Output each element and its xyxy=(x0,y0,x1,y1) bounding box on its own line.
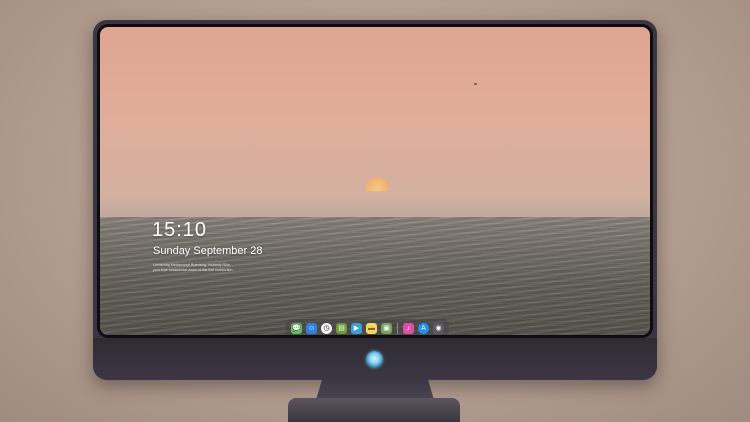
claquette-icon[interactable]: ▶ xyxy=(351,322,362,334)
lockscreen-note: Unmerring Metaprompt Bramsmg, instantly … xyxy=(153,263,263,273)
monitor-stand-base xyxy=(288,398,460,422)
finder-icon[interactable]: ☺ xyxy=(306,322,317,334)
monitor: 15:10 Sunday September 28 Unmerring Meta… xyxy=(93,20,657,380)
clock-icon[interactable]: ◷ xyxy=(321,322,332,334)
notes-icon[interactable]: ▬ xyxy=(366,322,377,334)
bird xyxy=(474,83,477,85)
brand-logo-icon xyxy=(366,351,383,368)
camera-icon[interactable]: ◉ xyxy=(433,322,444,334)
sun xyxy=(365,177,389,192)
dock-separator xyxy=(397,322,398,334)
preview-icon[interactable]: ▤ xyxy=(336,322,347,334)
monitor-bezel: 15:10 Sunday September 28 Unmerring Meta… xyxy=(97,24,653,338)
itunes-icon[interactable]: ♪ xyxy=(403,322,414,334)
monitor-stand-neck xyxy=(316,380,434,400)
lock-screen[interactable]: 15:10 Sunday September 28 Unmerring Meta… xyxy=(100,27,650,335)
photos-icon[interactable]: ▣ xyxy=(381,322,392,334)
note-line-2: your time ornamental views of this fuel … xyxy=(153,268,234,272)
monitor-chin xyxy=(93,338,657,380)
dock: 💬 ☺ ◷ ▤ ▶ ▬ ▣ ♪ A ◉ xyxy=(286,319,449,335)
app-store-icon[interactable]: A xyxy=(418,322,429,334)
clock-date: Sunday September 28 xyxy=(153,245,263,257)
clock-time: 15:10 xyxy=(152,219,208,241)
messages-icon[interactable]: 💬 xyxy=(291,322,302,334)
